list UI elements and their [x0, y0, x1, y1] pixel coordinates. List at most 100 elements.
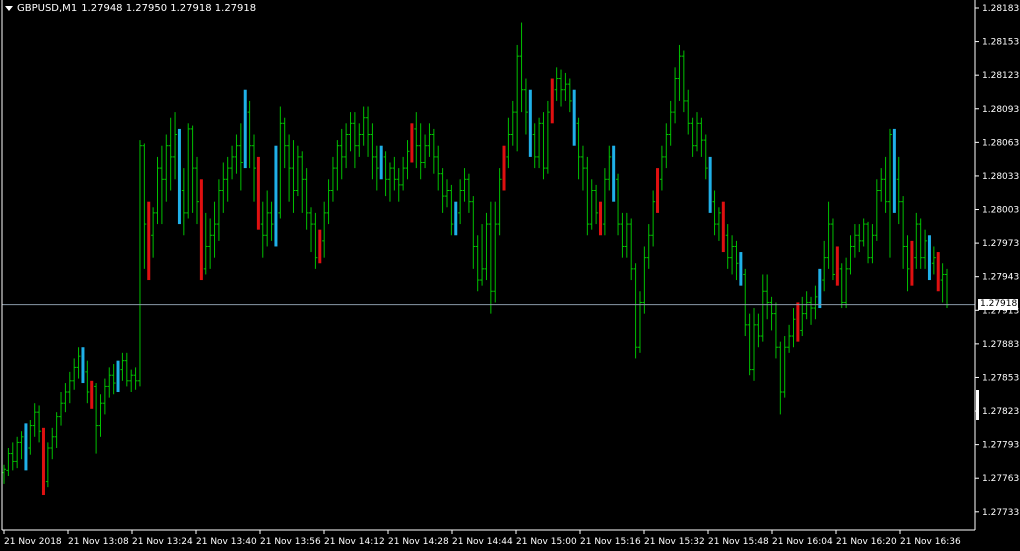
x-tick-label: 21 Nov 13:40 [196, 537, 257, 547]
price-bar [357, 123, 362, 157]
price-bar [181, 168, 186, 236]
price-bar [147, 201, 151, 281]
symbol-label: GBPUSD,M1 [17, 3, 78, 14]
price-bar [225, 156, 230, 202]
price-bar [352, 112, 357, 169]
price-bar [247, 100, 252, 169]
price-bar [85, 360, 90, 404]
price-bar [63, 383, 68, 413]
price-bar [493, 201, 498, 303]
price-bar [580, 145, 585, 191]
price-bar [559, 69, 564, 107]
price-bar [243, 89, 247, 169]
price-bar [830, 218, 835, 281]
price-bar [818, 268, 822, 309]
price-bar [466, 173, 471, 213]
price-bar [379, 145, 383, 180]
price-bar [703, 134, 708, 180]
chart-canvas[interactable]: 1.28183 1.28153 1.28123 1.28093 1.28063 1.280… [0, 0, 1020, 551]
price-bar [392, 156, 397, 191]
price-bar [515, 44, 520, 152]
price-bar [440, 168, 445, 213]
price-bar [234, 134, 239, 174]
price-bar [370, 123, 375, 180]
price-bar [436, 145, 441, 191]
price-bar [335, 140, 340, 191]
x-tick-label: 21 Nov 14:44 [452, 537, 513, 547]
price-bar [278, 106, 283, 219]
price-bar [545, 100, 550, 174]
price-bar [348, 112, 353, 152]
price-bar [730, 235, 735, 275]
x-tick-label: 21 Nov 13:24 [132, 537, 193, 547]
price-bar [804, 291, 809, 320]
price-bar [905, 235, 910, 292]
price-bar [199, 179, 203, 281]
price-bar [936, 252, 940, 292]
price-bar [414, 112, 419, 169]
price-bar [471, 196, 476, 269]
y-tick-label: 1.28003 [982, 206, 1019, 216]
scroll-marker[interactable] [976, 390, 979, 420]
price-bar [396, 168, 401, 202]
price-bar [98, 394, 103, 437]
price-bar [633, 263, 638, 359]
price-bar [892, 128, 896, 213]
price-bar [782, 336, 787, 398]
current-price-tag: 1.27918 [978, 299, 1018, 311]
price-bar [809, 296, 814, 325]
price-bar [361, 106, 366, 146]
price-bar [444, 179, 449, 208]
price-bar [480, 224, 485, 286]
y-tick-label: 1.28093 [982, 105, 1019, 115]
price-bar [708, 156, 712, 213]
dropdown-arrow-icon[interactable] [5, 6, 13, 11]
price-bar [67, 371, 72, 404]
price-bar [454, 201, 458, 236]
price-bar [637, 291, 642, 353]
x-tick-label: 21 Nov 16:04 [772, 537, 833, 547]
price-bar [142, 143, 147, 269]
price-bar [826, 201, 831, 269]
price-bar [589, 179, 594, 230]
ohlc-values: 1.27948 1.27950 1.27918 1.27918 [81, 3, 257, 14]
price-bar [506, 117, 511, 169]
price-bar [24, 423, 28, 471]
price-bar [739, 252, 743, 286]
price-bar [203, 212, 208, 275]
x-tick-label: 21 Nov 15:16 [580, 537, 641, 547]
price-bar [686, 89, 691, 135]
price-bar [861, 218, 866, 247]
price-bar [914, 212, 919, 269]
price-bar [133, 367, 138, 390]
price-bar [502, 145, 506, 191]
price-bar [923, 229, 928, 269]
price-bar [537, 117, 542, 169]
price-bar [725, 224, 730, 269]
price-bar [318, 229, 322, 264]
price-bar [699, 117, 704, 157]
y-tick-label: 1.27763 [982, 474, 1019, 484]
price-bar [449, 184, 454, 236]
price-bar [532, 123, 537, 169]
price-bar [300, 151, 305, 213]
price-bar [168, 117, 173, 191]
y-tick-label: 1.27733 [982, 508, 1019, 518]
price-bar [778, 341, 783, 415]
price-bar [15, 436, 20, 469]
x-tick-label: 21 Nov 15:00 [516, 537, 577, 547]
price-bar [37, 405, 42, 443]
price-bar [743, 268, 748, 337]
price-bar [256, 156, 260, 230]
price-bar [656, 168, 660, 213]
price-bar [177, 128, 181, 225]
price-bar [475, 235, 480, 292]
price-bar [887, 128, 892, 258]
price-bar [883, 156, 888, 213]
price-bar [19, 431, 24, 460]
chart-title-bar[interactable]: GBPUSD,M1 1.27948 1.27950 1.27918 1.2791… [5, 3, 256, 14]
price-bar [462, 168, 467, 202]
price-bar [620, 212, 625, 258]
price-bar [401, 156, 406, 191]
price-bar [45, 442, 50, 488]
